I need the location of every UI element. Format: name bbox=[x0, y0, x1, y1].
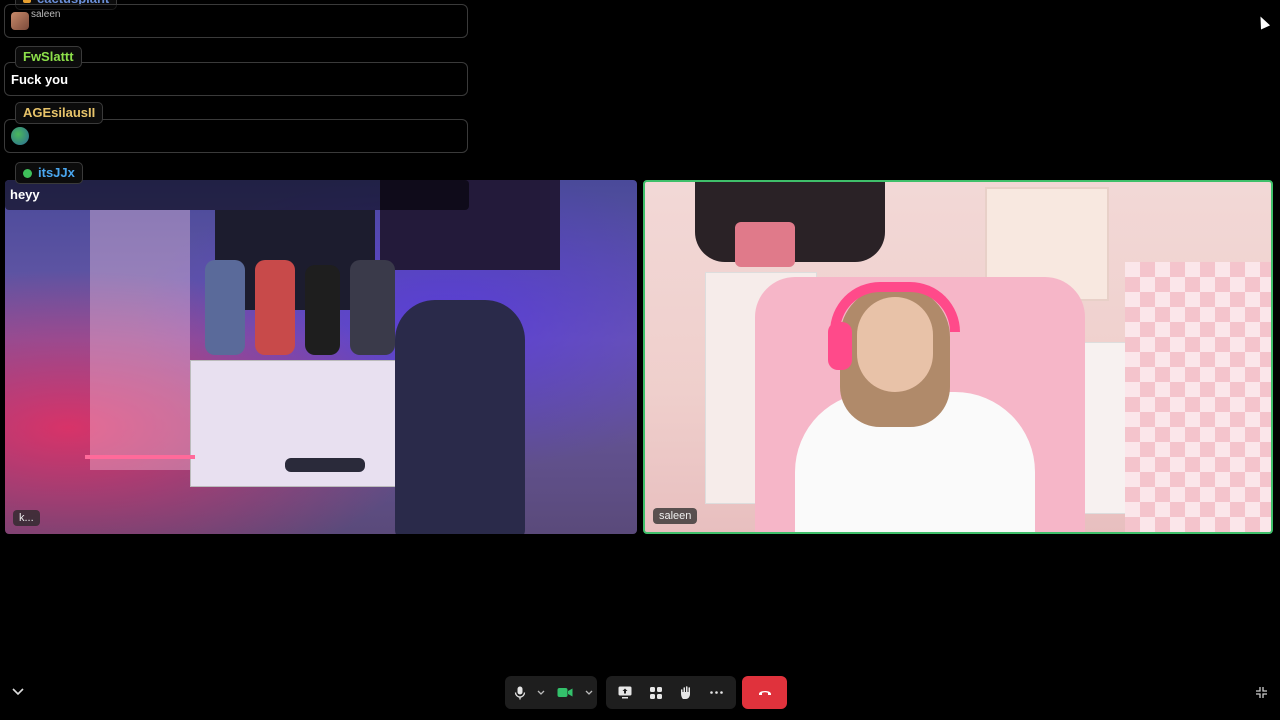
hang-up-icon bbox=[758, 691, 771, 695]
chevron-down-icon bbox=[12, 688, 24, 696]
participant-name: saleen bbox=[653, 508, 698, 524]
badge-icon bbox=[23, 0, 31, 3]
microphone-button[interactable] bbox=[505, 676, 535, 709]
share-screen-icon bbox=[618, 686, 632, 699]
chat-message bbox=[4, 119, 468, 153]
mouse-cursor-icon bbox=[1255, 14, 1271, 30]
more-options-button[interactable] bbox=[703, 676, 731, 709]
layout-button[interactable] bbox=[642, 676, 670, 709]
more-icon bbox=[710, 691, 724, 694]
participant-name: k... bbox=[13, 510, 40, 526]
verified-icon bbox=[23, 168, 32, 178]
chat-username: itsJJx bbox=[15, 162, 83, 184]
video-tile-left[interactable]: heyy k... bbox=[5, 180, 637, 534]
chat-username: AGEsilausII bbox=[15, 102, 104, 124]
share-screen-button[interactable] bbox=[611, 676, 639, 709]
collapse-button[interactable] bbox=[8, 682, 28, 702]
tool-controls bbox=[606, 676, 736, 709]
microphone-options-button[interactable] bbox=[535, 676, 547, 709]
reactions-button[interactable] bbox=[672, 676, 700, 709]
camera-options-button[interactable] bbox=[583, 676, 595, 709]
emote-icon bbox=[11, 12, 29, 30]
chat-username: FwSlattt bbox=[15, 46, 82, 68]
grid-icon bbox=[649, 686, 662, 699]
video-tile-right[interactable]: saleen bbox=[643, 180, 1273, 534]
minimize-button[interactable] bbox=[1252, 683, 1270, 701]
chat-message-text: heyy bbox=[10, 187, 40, 202]
chat-message-text: saleen bbox=[31, 8, 61, 20]
chat-message: saleen bbox=[4, 4, 468, 38]
pepe-emote-icon bbox=[11, 127, 29, 145]
hand-icon bbox=[680, 685, 690, 699]
av-controls bbox=[505, 676, 597, 709]
camera-button[interactable] bbox=[547, 676, 583, 709]
chat-message: heyy bbox=[5, 180, 469, 210]
hang-up-button[interactable] bbox=[742, 676, 787, 709]
minimize-icon bbox=[1255, 686, 1267, 698]
chevron-down-icon bbox=[585, 690, 593, 695]
microphone-icon bbox=[514, 686, 526, 699]
chevron-down-icon bbox=[537, 690, 545, 695]
camera-icon bbox=[557, 688, 573, 697]
